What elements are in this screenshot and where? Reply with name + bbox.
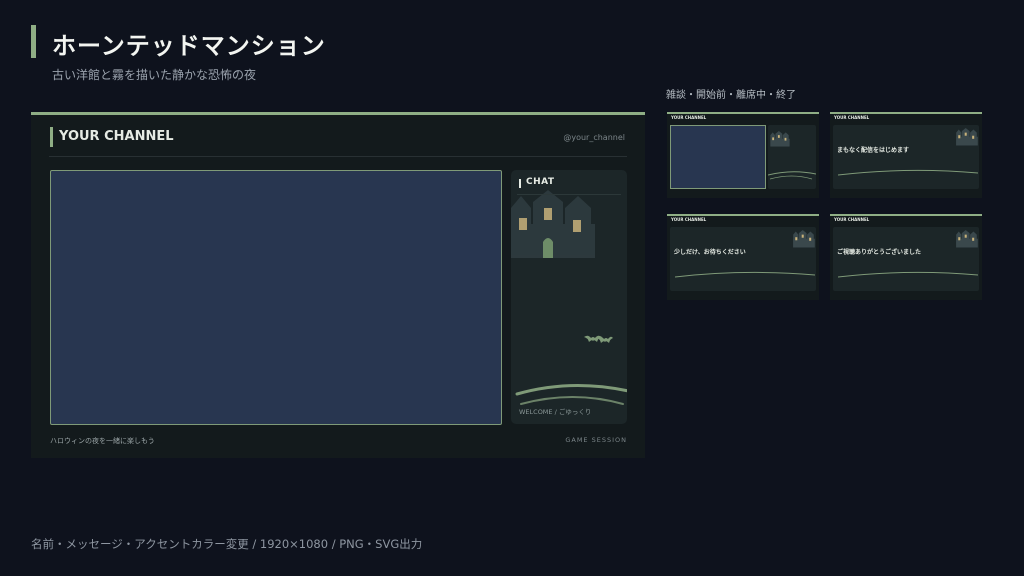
thumb-accent-line — [667, 112, 819, 114]
mansion-icon — [956, 230, 978, 248]
session-label: GAME SESSION — [565, 436, 627, 444]
hills-icon — [838, 169, 978, 176]
page-title: ホーンテッドマンション — [52, 32, 326, 60]
video-frame — [50, 170, 502, 425]
thumb-headline: まもなく配信をはじめます — [837, 147, 910, 154]
thumbnail-chat-layout[interactable]: YOUR CHANNEL — [667, 112, 819, 198]
chat-divider — [517, 194, 621, 195]
thumb-channel-name: YOUR CHANNEL — [834, 115, 870, 120]
title-accent-bar — [31, 25, 36, 58]
chat-label: CHAT — [526, 177, 555, 187]
thumb-headline: ご視聴ありがとうございました — [837, 249, 922, 256]
thumb-accent-line — [830, 214, 982, 216]
thumb-accent-line — [667, 214, 819, 216]
tagline: ハロウィンの夜を一緒に楽しもう — [50, 437, 155, 445]
thumb-channel-name: YOUR CHANNEL — [671, 115, 707, 120]
mansion-icon — [956, 128, 978, 146]
variants-label: 雑談・開始前・離席中・終了 — [666, 90, 796, 101]
welcome-text: WELCOME / ごゆっくり — [519, 408, 592, 416]
header-divider — [49, 156, 627, 157]
mansion-icon — [793, 230, 815, 248]
thumb-headline: 少しだけ、お待ちください — [674, 249, 746, 256]
channel-handle: @your_channel — [563, 133, 625, 142]
hills-icon — [675, 271, 815, 278]
page-subtitle: 古い洋館と霧を描いた静かな恐怖の夜 — [52, 68, 257, 82]
thumb-chat-panel — [768, 125, 816, 189]
channel-accent-bar — [50, 127, 53, 147]
thumbnail-starting-soon[interactable]: YOUR CHANNEL まもなく配信をはじめます — [830, 112, 982, 198]
bats-icon — [583, 330, 613, 349]
thumb-accent-line — [830, 112, 982, 114]
mansion-icon — [511, 190, 595, 264]
channel-name: YOUR CHANNEL — [59, 129, 174, 144]
footer-note: 名前・メッセージ・アクセントカラー変更 / 1920×1080 / PNG・SV… — [31, 537, 423, 551]
main-overlay-preview[interactable]: YOUR CHANNEL @your_channel CHAT WELCOME … — [31, 112, 645, 458]
thumb-video-frame — [670, 125, 766, 189]
thumb-channel-name: YOUR CHANNEL — [671, 217, 707, 222]
chat-panel: CHAT WELCOME / ごゆっくり — [511, 170, 627, 424]
thumbnail-ending[interactable]: YOUR CHANNEL ご視聴ありがとうございました — [830, 214, 982, 300]
thumbnail-be-right-back[interactable]: YOUR CHANNEL 少しだけ、お待ちください — [667, 214, 819, 300]
mansion-icon — [770, 131, 790, 147]
hills-icon — [838, 271, 978, 278]
chat-accent-bar — [519, 179, 521, 188]
hills-icon — [768, 171, 816, 180]
accent-top-line — [31, 112, 645, 115]
thumb-channel-name: YOUR CHANNEL — [834, 217, 870, 222]
